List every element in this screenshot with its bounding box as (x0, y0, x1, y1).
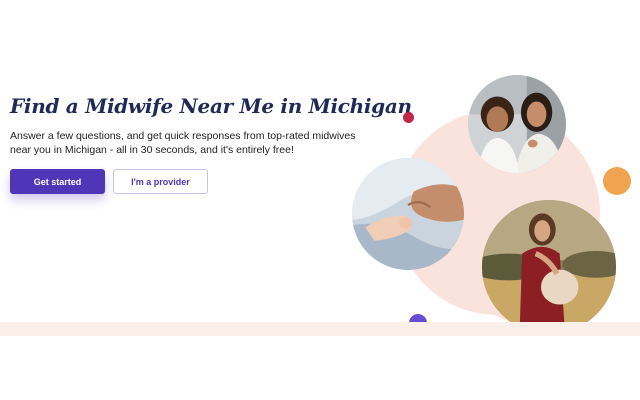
hero-subtitle: Answer a few questions, and get quick re… (10, 130, 356, 156)
pregnant-woman-photo (482, 200, 616, 334)
child-and-mother-photo (468, 75, 566, 173)
get-started-button[interactable]: Get started (10, 169, 105, 194)
bottom-band (0, 322, 640, 336)
decorative-dot-red (403, 112, 414, 123)
holding-baby-hand-photo (352, 158, 464, 270)
page-title: Find a Midwife Near Me in Michigan (10, 94, 412, 118)
hero-section: Find a Midwife Near Me in Michigan Answe… (0, 0, 640, 335)
decorative-dot-orange (603, 167, 631, 195)
provider-button[interactable]: I'm a provider (113, 169, 208, 194)
